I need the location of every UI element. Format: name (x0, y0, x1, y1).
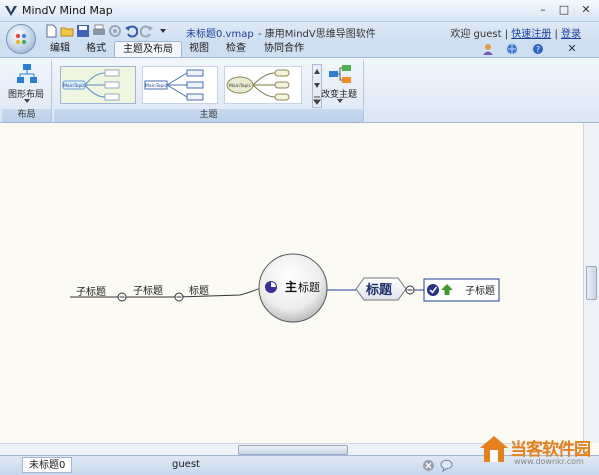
application-menu-button[interactable] (6, 24, 36, 54)
chevron-down-icon (337, 99, 343, 103)
undo-icon[interactable] (124, 24, 138, 38)
open-folder-icon[interactable] (60, 24, 74, 38)
register-link[interactable]: 快速注册 (511, 29, 551, 40)
tab-collaboration[interactable]: 协同合作 (256, 41, 312, 58)
layout-group-label: 布局 (2, 109, 51, 122)
thumb-main-label: MainTopic (229, 83, 252, 89)
tab-format[interactable]: 格式 (78, 41, 114, 58)
document-subtitle: - 康用MindV思维导图软件 (258, 29, 376, 40)
tab-edit[interactable]: 编辑 (42, 41, 78, 58)
tab-check[interactable]: 检查 (218, 41, 254, 58)
diagram-layout-icon (17, 64, 37, 83)
main-topic-label: 标题 (365, 282, 393, 298)
status-user: guest (172, 459, 200, 470)
user-icon[interactable] (482, 43, 494, 55)
redo-icon[interactable] (140, 24, 154, 38)
change-theme-group: 改变主题 (316, 60, 364, 122)
tab-theme-layout[interactable]: 主题及布局 (114, 41, 182, 58)
ribbon-panel: 图形布局 布局 MainTopic MainTopic MainTopic 主题… (0, 57, 599, 123)
chevron-down-icon (24, 99, 30, 103)
svg-text:?: ? (536, 45, 540, 54)
theme-preview-2: MainTopic (144, 69, 204, 101)
checkmark-icon (427, 284, 439, 296)
thumb-main-label: MainTopic (63, 83, 86, 89)
watermark: 当客软件园 www.downkr.com (476, 432, 599, 472)
minimize-icon[interactable]: – (535, 3, 551, 17)
theme-preview-3: MainTopic (226, 69, 290, 101)
theme-thumbnail-3[interactable]: MainTopic (224, 66, 302, 104)
customize-dropdown-icon[interactable] (158, 24, 168, 38)
mind-map-diagram: 子标题 子标题 标题 主 标题 标题 子标题 (70, 253, 500, 323)
login-link[interactable]: 登录 (561, 29, 581, 40)
theme-thumbnail-1[interactable]: MainTopic (60, 66, 136, 104)
left-subtopic-label[interactable]: 子标题 (76, 286, 106, 298)
close-circle-icon[interactable] (422, 459, 435, 472)
app-menu-icon (15, 33, 27, 45)
welcome-text: 欢迎 guest (450, 29, 502, 40)
house-logo-icon (480, 436, 508, 462)
theme-thumbnail-2[interactable]: MainTopic (142, 66, 218, 104)
separator: | (554, 29, 558, 40)
close-icon[interactable]: ✕ (578, 3, 594, 17)
separator: | (504, 29, 509, 40)
app-logo-icon (5, 6, 17, 16)
layout-group: 图形布局 布局 (2, 60, 52, 122)
sheet-tab[interactable]: 未标题0 (22, 457, 73, 473)
ribbon-close-icon[interactable]: ✕ (564, 42, 580, 56)
tab-view[interactable]: 视图 (181, 41, 217, 58)
change-theme-icon (329, 65, 351, 83)
help-icon[interactable]: ? (532, 43, 544, 55)
mind-map-canvas[interactable]: 子标题 子标题 标题 主 标题 标题 子标题 (0, 123, 583, 443)
print-icon[interactable] (92, 24, 106, 38)
maximize-icon[interactable]: □ (556, 3, 572, 17)
new-file-icon[interactable] (44, 24, 58, 38)
central-topic-label: 标题 (298, 280, 320, 294)
horizontal-scroll-thumb[interactable] (238, 445, 348, 455)
left-subtopic-label[interactable]: 子标题 (133, 285, 163, 297)
central-topic-bold: 主 (285, 279, 297, 294)
account-links: 欢迎 guest | 快速注册 | 登录 (450, 25, 581, 40)
window-title: MindV Mind Map (22, 4, 113, 17)
theme-preview-1: MainTopic (62, 69, 120, 101)
watermark-url: www.downkr.com (514, 457, 584, 466)
subtopic-label: 子标题 (465, 285, 495, 297)
vertical-scroll-thumb[interactable] (586, 266, 597, 300)
thumb-main-label: MainTopic (145, 83, 168, 89)
left-topic-label[interactable]: 标题 (189, 285, 209, 297)
globe-icon[interactable] (506, 43, 518, 55)
title-bar: MindV Mind Map – □ ✕ (0, 0, 599, 22)
save-icon[interactable] (76, 24, 90, 38)
settings-icon[interactable] (108, 24, 122, 38)
vertical-scrollbar[interactable] (583, 123, 599, 443)
chat-bubble-icon[interactable] (440, 459, 453, 472)
document-title: 未标题0.vmap (186, 29, 254, 40)
